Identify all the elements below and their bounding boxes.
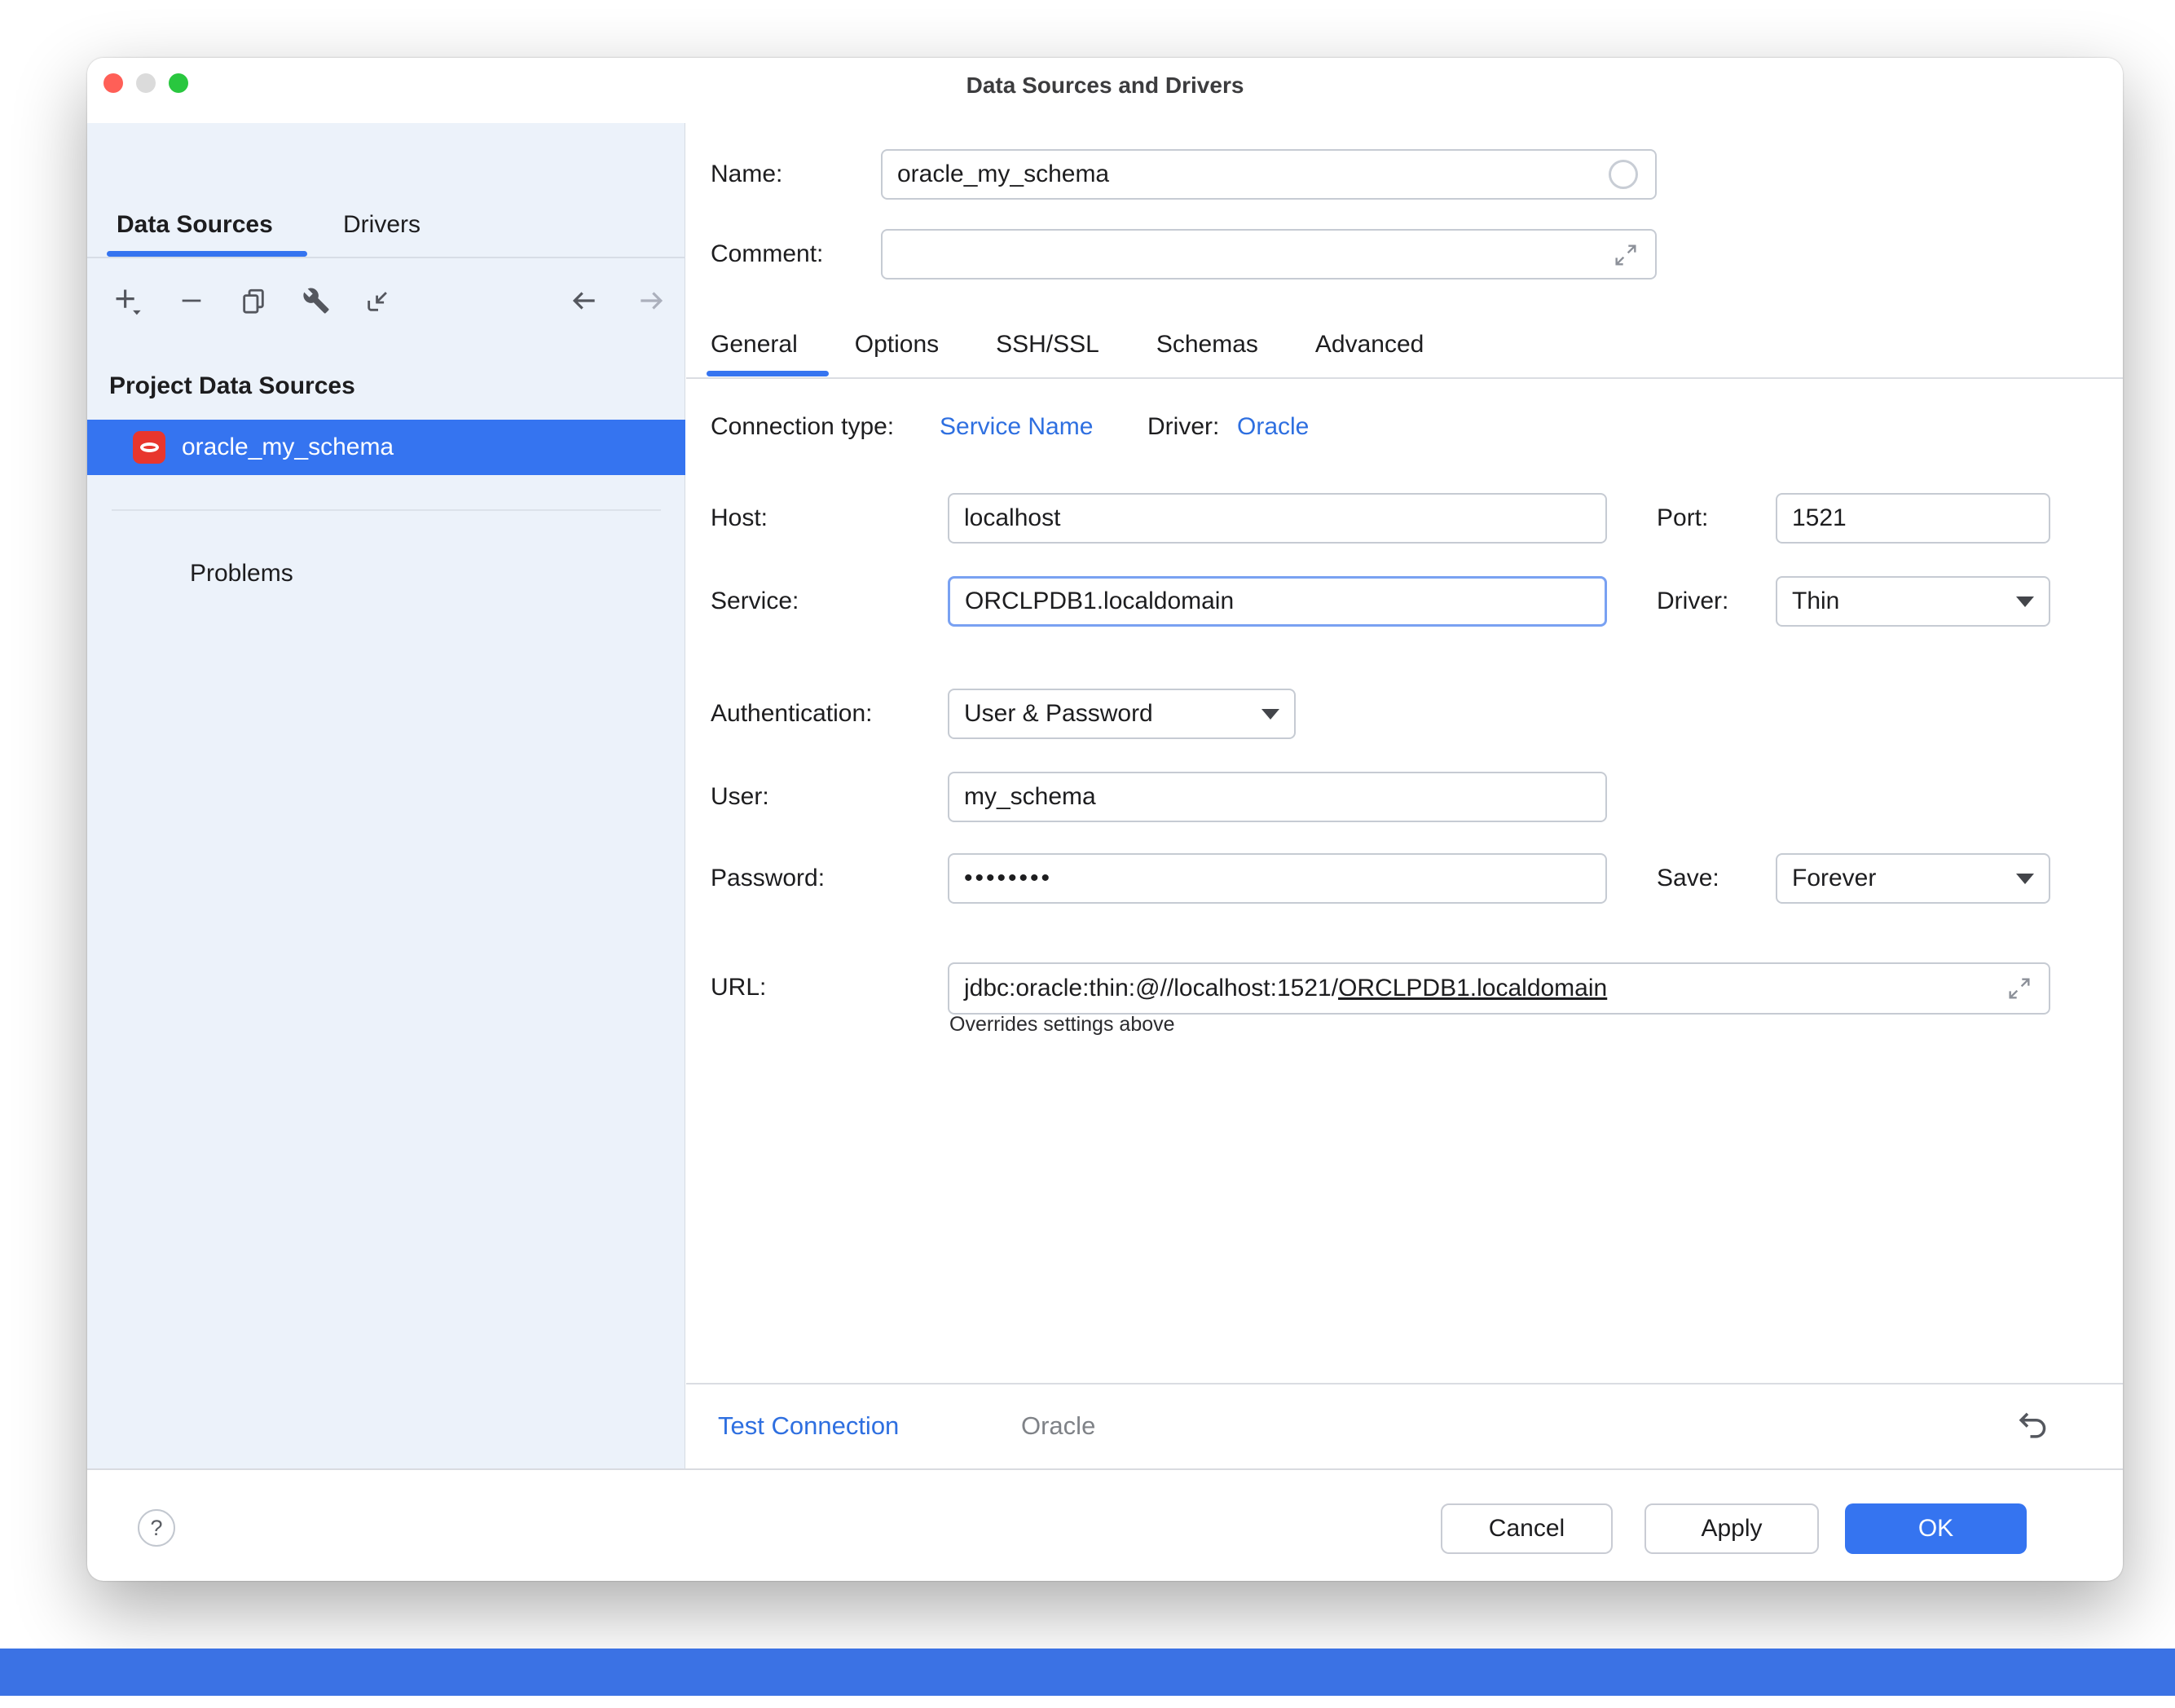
authentication-select-value: User & Password [964,700,1153,728]
undo-icon [2016,1407,2050,1442]
help-button[interactable]: ? [138,1509,175,1547]
forward-button[interactable] [633,283,669,319]
oracle-db-icon [133,431,165,464]
data-source-properties-button[interactable] [298,283,334,319]
back-arrow-icon [569,285,600,316]
expand-url-button[interactable] [2006,975,2032,1001]
sidebar-tab-drivers[interactable]: Drivers [343,206,420,244]
sidebar-tabs-divider [87,257,685,258]
name-input[interactable] [881,149,1657,200]
save-select[interactable]: Forever [1776,853,2050,904]
host-label: Host: [711,500,768,537]
expand-icon [2006,975,2032,1001]
driver-name-text: Oracle [1021,1407,1095,1445]
wrench-icon [302,287,330,315]
save-label: Save: [1657,860,1719,897]
driver-select-value: Thin [1792,588,1839,615]
data-sources-dialog: Data Sources and Drivers Data Sources Dr… [87,58,2123,1581]
ok-button[interactable]: OK [1845,1503,2027,1554]
password-label: Password: [711,860,825,897]
tab-ssh-ssl[interactable]: SSH/SSL [996,326,1099,363]
url-prefix-text: jdbc:oracle:thin:@//localhost:1521/ [964,975,1338,1002]
expand-comment-button[interactable] [1613,242,1639,268]
duplicate-data-source-button[interactable] [236,283,271,319]
add-data-source-button[interactable] [109,283,145,319]
revert-button[interactable] [2016,1407,2050,1442]
project-data-sources-header: Project Data Sources [109,368,355,405]
comment-label: Comment: [711,236,823,273]
authentication-select[interactable]: User & Password [948,689,1296,739]
user-label: User: [711,778,769,816]
name-label: Name: [711,156,782,193]
problems-node[interactable]: Problems [190,555,293,592]
back-button[interactable] [566,283,602,319]
user-input[interactable] [948,772,1607,822]
port-input[interactable] [1776,493,2050,544]
url-hint-text: Overrides settings above [949,1013,1175,1037]
comment-input[interactable] [881,229,1657,280]
question-mark-icon: ? [150,1516,162,1541]
data-source-list-item[interactable]: oracle_my_schema [87,420,685,475]
minus-icon [178,287,205,315]
connection-type-label: Connection type: [711,408,894,446]
tab-general[interactable]: General [711,326,798,363]
url-input[interactable]: jdbc:oracle:thin:@//localhost:1521/ORCLP… [948,962,2050,1015]
copy-icon [240,287,267,315]
cancel-button[interactable]: Cancel [1441,1503,1613,1554]
footer-divider [87,1468,2123,1470]
active-settings-tab-underline [707,371,829,376]
plus-icon [112,285,143,316]
settings-tabs: General Options SSH/SSL Schemas Advanced [711,326,1424,363]
password-input[interactable] [948,853,1607,904]
tabs-divider [686,377,2123,379]
refresh-indicator-icon [1609,160,1638,189]
connection-type-link[interactable]: Service Name [940,408,1093,446]
title-bar: Data Sources and Drivers [87,58,2123,123]
expand-icon [1613,242,1639,268]
driver-link-label: Driver: [1147,408,1219,446]
driver-label: Driver: [1657,583,1728,620]
driver-select[interactable]: Thin [1776,576,2050,627]
sidebar: Data Sources Drivers [87,123,685,1468]
url-label: URL: [711,969,766,1006]
url-service-link[interactable]: ORCLPDB1.localdomain [1338,975,1607,1002]
import-icon [364,287,392,315]
port-label: Port: [1657,500,1708,537]
tab-options[interactable]: Options [855,326,939,363]
chevron-down-icon [1261,709,1279,720]
apply-button[interactable]: Apply [1644,1503,1819,1554]
import-data-sources-button[interactable] [360,283,396,319]
chevron-down-icon [2016,874,2034,884]
tab-advanced[interactable]: Advanced [1315,326,1424,363]
sidebar-tab-data-sources[interactable]: Data Sources [117,206,273,244]
remove-data-source-button[interactable] [174,283,209,319]
authentication-label: Authentication: [711,695,872,733]
chevron-down-icon [2016,596,2034,607]
window-title: Data Sources and Drivers [87,73,2123,99]
sidebar-list-divider [112,509,661,511]
data-source-label: oracle_my_schema [182,434,394,461]
forward-arrow-icon [636,285,667,316]
tab-schemas[interactable]: Schemas [1156,326,1258,363]
driver-link[interactable]: Oracle [1237,408,1309,446]
test-connection-link[interactable]: Test Connection [718,1407,899,1445]
panel-bottom-divider [686,1383,2123,1384]
active-tab-underline [107,251,307,257]
background-blue-bar [0,1649,2175,1696]
host-input[interactable] [948,493,1607,544]
save-select-value: Forever [1792,865,1876,892]
service-label: Service: [711,583,799,620]
service-input[interactable] [948,576,1607,627]
